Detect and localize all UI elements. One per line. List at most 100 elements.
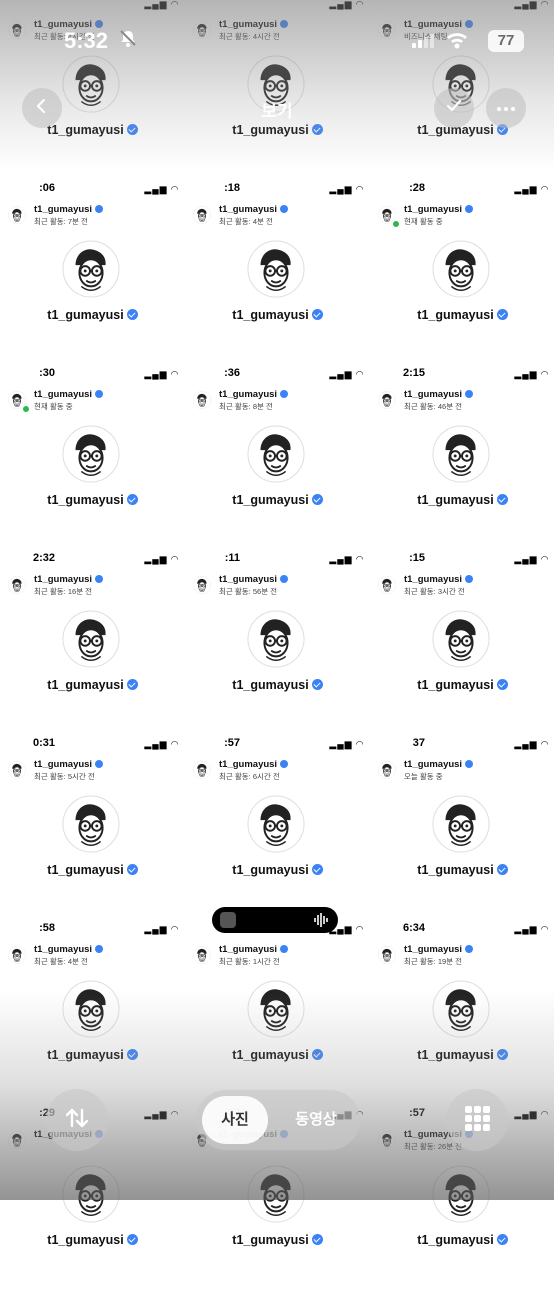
verified-badge-icon [95, 575, 104, 584]
avatar [378, 576, 396, 594]
username-text: t1_gumayusi [232, 1233, 309, 1247]
tile-username: t1_gumayusi [219, 759, 289, 770]
avatar [8, 206, 26, 224]
verified-badge-icon [311, 494, 323, 505]
username-text: t1_gumayusi [219, 759, 278, 770]
username-text: t1_gumayusi [404, 204, 463, 215]
activity-status: 최근 활동: 19분 전 [404, 957, 463, 966]
tile-username: t1_gumayusi [404, 944, 474, 955]
tile-time: :06 [39, 182, 55, 194]
tile-signal-icon: ▂▄▆ ◠ [144, 739, 179, 749]
mode-video-tab[interactable]: 동영상 [278, 1096, 354, 1144]
collage-tile: :28 ▂▄▆ ◠ t1_gumayusi 현재 활동 중 t1_gumayusi [370, 180, 554, 365]
tile-username: t1_gumayusi [219, 204, 289, 215]
tile-username: t1_gumayusi [404, 759, 474, 770]
verified-badge-icon [280, 575, 289, 584]
username-text: t1_gumayusi [34, 944, 93, 955]
audio-waveform-icon [314, 913, 330, 932]
tile-time: :28 [409, 182, 425, 194]
tile-status-bar: :06 ▂▄▆ ◠ [0, 182, 185, 196]
username-text: t1_gumayusi [47, 678, 124, 692]
tile-signal-icon: ▂▄▆ ◠ [514, 184, 549, 194]
verified-badge-icon [311, 679, 323, 690]
tile-time: 6:34 [402, 922, 425, 934]
username-text: t1_gumayusi [417, 308, 494, 322]
tile-time: :30 [39, 367, 55, 379]
activity-status: 최근 활동: 7분 전 [34, 217, 88, 226]
activity-status: 현재 활동 중 [34, 402, 73, 411]
tile-status-bar: :11 ▂▄▆ ◠ [185, 552, 370, 566]
avatar [193, 946, 211, 964]
mode-photo-tab[interactable]: 사진 [202, 1096, 268, 1144]
username-text: t1_gumayusi [232, 863, 309, 877]
tile-status-bar: :36 ▂▄▆ ◠ [185, 367, 370, 381]
verified-badge-icon [311, 864, 323, 875]
verified-badge-icon [95, 390, 104, 399]
tile-username: t1_gumayusi [34, 204, 104, 215]
profile-username: t1_gumayusi [370, 1233, 554, 1247]
username-text: t1_gumayusi [219, 944, 278, 955]
profile-avatar [432, 610, 490, 668]
username-text: t1_gumayusi [232, 678, 309, 692]
now-playing-thumbnail [220, 912, 236, 928]
activity-status: 최근 활동: 56분 전 [219, 587, 278, 596]
username-text: t1_gumayusi [417, 863, 494, 877]
profile-username: t1_gumayusi [370, 308, 554, 322]
profile-username: t1_gumayusi [0, 1233, 185, 1247]
done-button[interactable] [434, 88, 474, 128]
collage-tile: :18 ▂▄▆ ◠ t1_gumayusi 최근 활동: 4분 전 t1_gumayus… [185, 180, 370, 365]
tile-username: t1_gumayusi [34, 389, 104, 400]
tile-signal-icon: ▂▄▆ ◠ [329, 369, 364, 379]
tile-signal-icon: ▂▄▆ ◠ [144, 924, 179, 934]
tile-username: t1_gumayusi [34, 574, 104, 585]
tile-signal-icon: ▂▄▆ ◠ [514, 924, 549, 934]
collage-tile: 2:15 ▂▄▆ ◠ t1_gumayusi 최근 활동: 46분 전 t1_gumay… [370, 365, 554, 550]
verified-badge-icon [126, 1234, 138, 1245]
tile-signal-icon: ▂▄▆ ◠ [514, 739, 549, 749]
username-text: t1_gumayusi [47, 1233, 124, 1247]
profile-avatar [432, 425, 490, 483]
avatar [193, 391, 211, 409]
tile-username: t1_gumayusi [219, 944, 289, 955]
status-bar: 5:32 77 [0, 22, 554, 58]
username-text: t1_gumayusi [404, 944, 463, 955]
more-options-button[interactable] [486, 88, 526, 128]
tile-signal-icon: ▂▄▆ ◠ [329, 184, 364, 194]
collage-tile: :15 ▂▄▆ ◠ t1_gumayusi 최근 활동: 3시간 전 t1_gumayu… [370, 550, 554, 735]
profile-username: t1_gumayusi [0, 678, 185, 692]
verified-badge-icon [465, 945, 474, 954]
username-text: t1_gumayusi [219, 204, 278, 215]
tile-time: 0:31 [32, 737, 55, 749]
verified-badge-icon [280, 205, 289, 214]
activity-status: 현재 활동 중 [404, 217, 443, 226]
profile-avatar [62, 610, 120, 668]
activity-status: 최근 활동: 16분 전 [34, 587, 93, 596]
verified-badge-icon [465, 575, 474, 584]
verified-badge-icon [126, 679, 138, 690]
verified-badge-icon [465, 760, 474, 769]
activity-status: 최근 활동: 8분 전 [219, 402, 273, 411]
tile-time: 2:15 [402, 367, 425, 379]
username-text: t1_gumayusi [47, 308, 124, 322]
username-text: t1_gumayusi [219, 574, 278, 585]
activity-status: 오늘 활동 중 [404, 772, 443, 781]
swap-order-button[interactable] [46, 1089, 108, 1151]
tile-signal-icon: ▂▄▆ ◠ [144, 184, 179, 194]
profile-avatar [247, 610, 305, 668]
tile-time: :58 [39, 922, 55, 934]
tile-signal-icon: ▂▄▆ ◠ [144, 554, 179, 564]
profile-username: t1_gumayusi [370, 493, 554, 507]
verified-badge-icon [311, 309, 323, 320]
username-text: t1_gumayusi [34, 574, 93, 585]
avatar [8, 946, 26, 964]
tile-time: 2:32 [32, 552, 55, 564]
activity-status: 최근 활동: 1시간 전 [219, 957, 280, 966]
avatar [193, 206, 211, 224]
grid-layout-button[interactable] [446, 1089, 508, 1151]
collage-tile: :30 ▂▄▆ ◠ t1_gumayusi 현재 활동 중 t1_gumayusi [0, 365, 185, 550]
online-indicator [392, 220, 400, 228]
verified-badge-icon [280, 945, 289, 954]
profile-avatar [432, 795, 490, 853]
collage-tile: :11 ▂▄▆ ◠ t1_gumayusi 최근 활동: 56분 전 t1_gumayu… [185, 550, 370, 735]
username-text: t1_gumayusi [232, 493, 309, 507]
